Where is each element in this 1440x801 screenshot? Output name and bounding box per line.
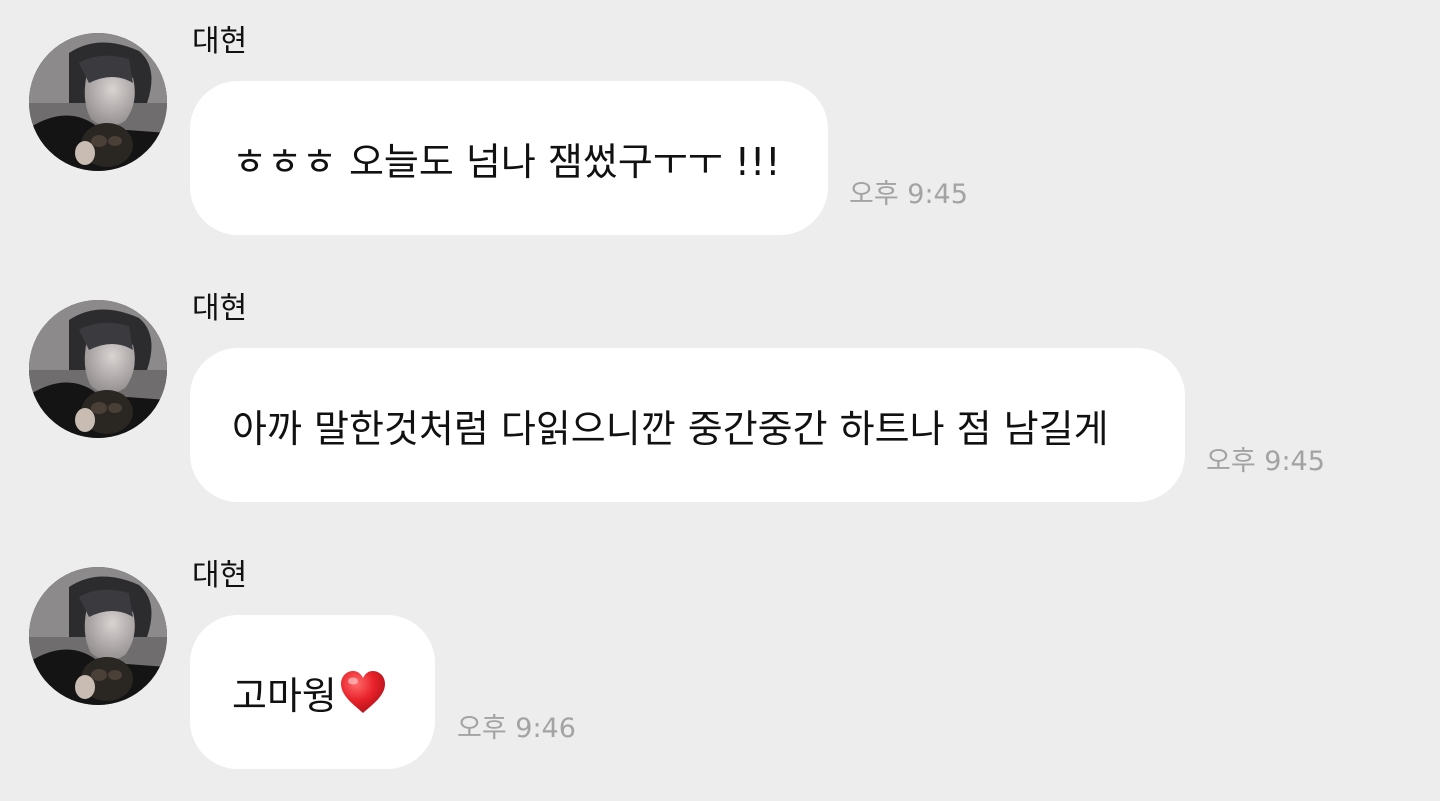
message-text: 고마웡 [232, 673, 337, 718]
message-row: 대현 고마웡 오후 9:46 [0, 534, 1440, 801]
message-text: 아까 말한것처럼 다읽으니깐 중간중간 하트나 점 남길게 [232, 406, 1109, 451]
sender-name[interactable]: 대현 [192, 289, 247, 329]
profile-photo-icon[interactable] [29, 567, 167, 705]
sender-name[interactable]: 대현 [192, 22, 247, 62]
profile-photo-icon[interactable] [29, 300, 167, 438]
message-timestamp: 오후 9:46 [457, 713, 576, 744]
message-bubble[interactable]: 고마웡 [190, 615, 435, 769]
message-bubble[interactable]: ㅎㅎㅎ 오늘도 넘나 잼썼구ㅜㅜ !!! [190, 81, 828, 235]
message-bubble[interactable]: 아까 말한것처럼 다읽으니깐 중간중간 하트나 점 남길게 [190, 348, 1185, 502]
message-row: 대현 아까 말한것처럼 다읽으니깐 중간중간 하트나 점 남길게 오후 9:45 [0, 267, 1440, 534]
profile-photo-icon[interactable] [29, 33, 167, 171]
chat-thread: 대현 ㅎㅎㅎ 오늘도 넘나 잼썼구ㅜㅜ !!! 오후 9:45 대현 아까 말한… [0, 0, 1440, 794]
sender-name[interactable]: 대현 [192, 556, 247, 596]
message-timestamp: 오후 9:45 [1206, 446, 1325, 477]
heart-icon [340, 671, 385, 713]
message-row: 대현 ㅎㅎㅎ 오늘도 넘나 잼썼구ㅜㅜ !!! 오후 9:45 [0, 0, 1440, 267]
message-timestamp: 오후 9:45 [849, 179, 968, 210]
message-text: ㅎㅎㅎ 오늘도 넘나 잼썼구ㅜㅜ !!! [232, 139, 781, 184]
